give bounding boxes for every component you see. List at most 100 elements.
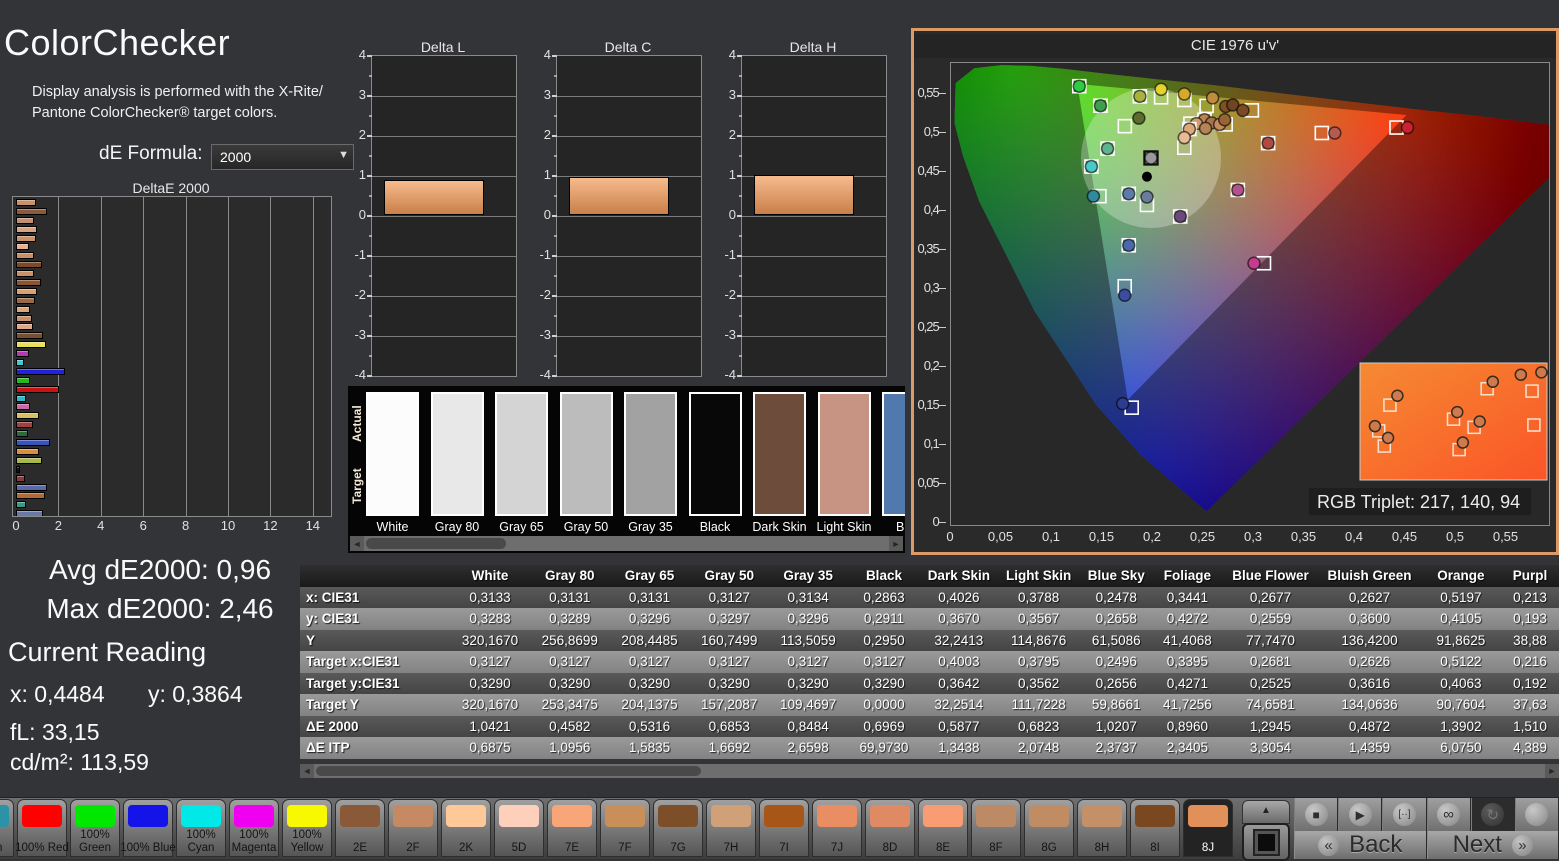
patch-swatch: [552, 805, 592, 827]
y-tick: [552, 375, 557, 377]
y-tick: [737, 335, 742, 337]
toolbar-patch-button[interactable]: Cyan: [0, 799, 14, 857]
toolbar-patch-button[interactable]: 100% Blue: [123, 799, 173, 857]
toolbar-patch-button[interactable]: 7F: [600, 799, 650, 857]
y-minor-tick: [369, 115, 372, 117]
table-cell: 0,2911: [847, 608, 920, 630]
gridline: [742, 296, 886, 297]
de-formula-dropdown[interactable]: 2000 ▼: [211, 144, 354, 170]
delta-bar: [569, 177, 669, 215]
navigation-row: « Back Next »: [1294, 831, 1559, 859]
play-button[interactable]: ▶: [1338, 798, 1382, 831]
toolbar-patch-button[interactable]: 100% Magenta: [229, 799, 279, 857]
y-tick-label: 0: [714, 207, 736, 222]
y-tick-label: -1: [344, 247, 366, 262]
scroll-left-button[interactable]: ◄: [300, 764, 314, 778]
gridline: [742, 216, 886, 217]
back-label: Back: [1349, 831, 1402, 859]
swatch-scrollbar[interactable]: ◄►: [350, 536, 903, 551]
back-button[interactable]: « Back: [1294, 831, 1427, 859]
toolbar-patch-button[interactable]: 7H: [706, 799, 756, 857]
toolbar-patch-button[interactable]: 5D: [494, 799, 544, 857]
column-header: Purpl: [1501, 565, 1559, 587]
row-label: Y: [300, 630, 450, 652]
swatch-item: Gray 65: [495, 392, 548, 534]
y-minor-tick: [554, 195, 557, 197]
inset-point: [1536, 367, 1547, 378]
table-cell: 0,3670: [921, 608, 997, 630]
toolbar-patch-button[interactable]: 7J: [812, 799, 862, 857]
scroll-right-button[interactable]: ►: [889, 536, 903, 551]
stop-icon: ■: [1305, 803, 1328, 826]
column-header: Gray 80: [530, 565, 610, 587]
toolbar-patch-button[interactable]: 100% Red: [17, 799, 67, 857]
gridline: [313, 197, 314, 516]
patch-swatch: [393, 805, 433, 827]
y-tick: [552, 335, 557, 337]
patch-button-label: 8G: [1021, 842, 1077, 855]
deltae-bar: [16, 306, 30, 313]
patch-label: Blue: [896, 520, 905, 534]
next-button[interactable]: Next »: [1427, 831, 1559, 859]
table-cell: 2,0748: [997, 737, 1080, 759]
toolbar-patch-button[interactable]: 100% Green: [70, 799, 120, 857]
table-cell: 0,5122: [1421, 651, 1501, 673]
table-cell: 41,4068: [1152, 630, 1222, 652]
toolbar-patch-button[interactable]: 8G: [1024, 799, 1074, 857]
y-minor-tick: [554, 115, 557, 117]
color-patch: [689, 392, 742, 516]
scroll-thumb[interactable]: [366, 538, 506, 549]
toolbar-patch-button[interactable]: 100% Cyan: [176, 799, 226, 857]
next-label: Next: [1453, 831, 1502, 859]
toolbar-patch-button[interactable]: 7I: [759, 799, 809, 857]
cie-point: [1141, 191, 1153, 203]
scroll-up-button[interactable]: ▲: [1242, 800, 1290, 824]
column-header: White: [450, 565, 530, 587]
y-tick-label: 1: [344, 167, 366, 182]
table-cell: 0,3788: [997, 587, 1080, 609]
scroll-thumb[interactable]: [316, 766, 701, 776]
patch-button-label: 7J: [809, 842, 865, 855]
row-label: Target x:CIE31: [300, 651, 450, 673]
continuous-button[interactable]: ∞: [1427, 798, 1471, 831]
toolbar-patch-button[interactable]: 8J: [1183, 799, 1233, 857]
blank-button[interactable]: [1515, 798, 1559, 831]
table-cell: 0,3296: [610, 608, 690, 630]
scroll-left-button[interactable]: ◄: [350, 536, 364, 551]
swatch-item: Black: [689, 392, 742, 534]
patch-button-label: 7H: [703, 842, 759, 855]
cie-y-tick-label: 0,35–: [915, 241, 945, 256]
row-label: Target y:CIE31: [300, 673, 450, 695]
toolbar-patch-button[interactable]: 2K: [441, 799, 491, 857]
patch-button-label: 100% Magenta: [226, 829, 282, 854]
blackout-button[interactable]: [1242, 823, 1290, 861]
patch-label: Black: [700, 520, 731, 534]
toolbar-patch-button[interactable]: 8I: [1130, 799, 1180, 857]
scroll-right-button[interactable]: ►: [1545, 764, 1559, 778]
cie-point: [1087, 190, 1099, 202]
table-cell: 0,5877: [921, 716, 997, 738]
swatch-item: Gray 50: [560, 392, 613, 534]
column-header: Gray 50: [689, 565, 769, 587]
toolbar-patch-button[interactable]: 7E: [547, 799, 597, 857]
row-label: x: CIE31: [300, 587, 450, 609]
table-scrollbar[interactable]: ◄►: [300, 764, 1559, 778]
toolbar-patch-button[interactable]: 100% Yellow: [282, 799, 332, 857]
toolbar-patch-button[interactable]: 7G: [653, 799, 703, 857]
patch-button-label: 7G: [650, 842, 706, 855]
x-tick-label: 14: [306, 518, 320, 533]
single-measure-button[interactable]: [··]: [1382, 798, 1426, 831]
stop-button[interactable]: ■: [1294, 798, 1338, 831]
patch-button-label: 100% Cyan: [173, 829, 229, 854]
toolbar-patch-button[interactable]: 8E: [918, 799, 968, 857]
table-cell: 0,0000: [847, 694, 920, 716]
refresh-button[interactable]: ↻: [1471, 798, 1515, 831]
toolbar-patch-button[interactable]: 8H: [1077, 799, 1127, 857]
toolbar-patch-button[interactable]: 8D: [865, 799, 915, 857]
y-tick-label: 3: [714, 87, 736, 102]
patch-button-label: 8E: [915, 842, 971, 855]
inset-point: [1369, 421, 1380, 432]
toolbar-patch-button[interactable]: 2F: [388, 799, 438, 857]
toolbar-patch-button[interactable]: 2E: [335, 799, 385, 857]
toolbar-patch-button[interactable]: 8F: [971, 799, 1021, 857]
